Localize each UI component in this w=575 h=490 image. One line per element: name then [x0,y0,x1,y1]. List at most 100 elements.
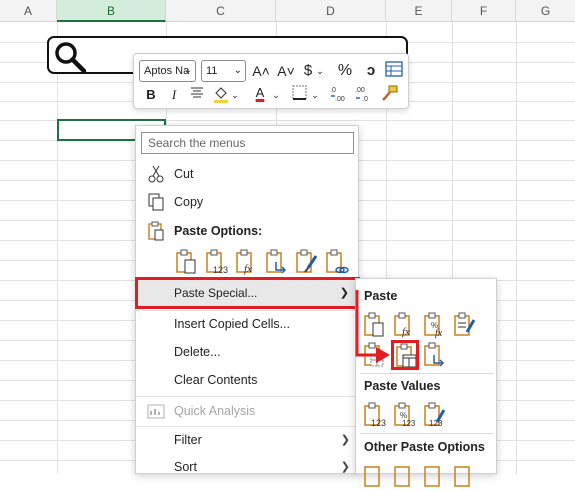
align-center-button[interactable] [188,85,206,105]
paste-formulas-icon[interactable]: fx [234,248,260,276]
paste-values-icon[interactable]: 123 [204,248,230,276]
menu-item-label: Filter [174,433,202,447]
borders-button[interactable] [290,85,308,105]
menu-item-label: Clear Contents [174,373,258,387]
paste-transpose-icon[interactable] [422,341,448,369]
menu-item-label: Paste Special... [174,286,258,300]
menu-item-filter[interactable]: Filter ❯ [136,426,358,454]
chevron-down-icon[interactable]: ⌄ [230,85,240,105]
menu-item-insert-copied-cells[interactable]: Insert Copied Cells... [136,310,358,338]
quick-analysis-icon [147,404,165,419]
menu-item-label: Cut [174,167,194,181]
svg-text:fx: fx [244,263,252,275]
column-header-a[interactable]: A [0,0,57,22]
column-header-c[interactable]: C [166,0,276,22]
chevron-down-icon: ⌄ [233,65,242,76]
paste-picture-icon[interactable] [422,462,448,490]
menu-item-delete[interactable]: Delete... [136,338,358,366]
menu-item-label: Delete... [174,345,221,359]
format-painter-icon [382,85,398,101]
font-name-value: Aptos Na [144,65,190,77]
format-cells-button[interactable] [384,61,404,81]
chevron-down-icon: ⌄ [183,65,192,76]
menu-item-label: Insert Copied Cells... [174,317,291,331]
paste-linked-picture-icon[interactable] [452,462,478,490]
increase-decimal-button[interactable]: .0 .00 [328,84,350,104]
svg-text:123: 123 [402,419,416,428]
format-table-icon [385,61,403,77]
menu-item-cut[interactable]: Cut [136,160,358,188]
context-menu: Search the menus Cut Copy Paste Options: [135,125,360,474]
paste-formatting-icon[interactable] [294,248,320,276]
svg-text:fx: fx [435,328,443,339]
format-painter-button[interactable] [379,84,401,104]
decrease-font-button[interactable]: A˅ [276,61,296,81]
chevron-down-icon[interactable]: ⌄ [310,85,320,105]
menu-item-label: Copy [174,195,204,209]
increase-font-button[interactable]: A˄ [251,61,271,81]
chevron-right-icon: ❯ [340,434,350,446]
red-arrow-icon [355,290,390,363]
paste-formulas-number-format-icon[interactable]: % fx [422,311,448,339]
font-size-select[interactable]: 11 ⌄ [201,60,246,82]
column-header-e[interactable]: E [386,0,452,22]
chevron-right-icon: ❯ [340,461,350,473]
chevron-down-icon[interactable]: ⌄ [315,61,325,81]
paste-transpose-icon[interactable] [264,248,290,276]
menu-item-quick-analysis: Quick Analysis [136,397,358,425]
menu-item-clear-contents[interactable]: Clear Contents [136,366,358,394]
svg-text:123: 123 [371,418,386,428]
clipboard-icon [148,221,164,241]
bold-button[interactable]: B [143,85,159,105]
svg-text:.0: .0 [330,87,336,94]
svg-text:.0: .0 [362,96,368,103]
submenu-header-paste-values: Paste Values [364,379,441,393]
decrease-decimal-icon: .00 .0 [355,87,368,103]
font-name-select[interactable]: Aptos Na ⌄ [139,60,196,82]
paint-bucket-icon [214,87,228,103]
menu-item-sort[interactable]: Sort ❯ [136,453,358,481]
paste-keep-source-formatting-icon[interactable] [452,311,478,339]
font-color-button[interactable]: A [252,83,268,103]
percent-button[interactable]: % [335,61,355,81]
fill-color-button[interactable] [212,85,230,105]
italic-button[interactable]: I [166,85,182,105]
mini-toolbar: Aptos Na ⌄ 11 ⌄ A˄ A˅ $ ⌄ % ɔ B I ⌄ A ⌄ [133,53,409,109]
paste-formatting-icon[interactable] [362,462,388,490]
chevron-down-icon[interactable]: ⌄ [271,85,281,105]
paste-options-header: Paste Options: [136,217,358,245]
menu-item-paste-special[interactable]: Paste Special... ❯ [135,277,360,309]
decrease-decimal-button[interactable]: .00 .0 [353,84,375,104]
menu-search-input[interactable]: Search the menus [141,132,354,154]
paste-values-source-formatting-icon[interactable]: 123 [422,401,448,429]
align-center-icon [191,87,203,98]
column-header-b[interactable]: B [57,0,166,22]
paste-values-icon[interactable]: 123 [362,401,388,429]
svg-text:.00: .00 [355,87,365,94]
svg-text:123: 123 [213,265,228,275]
paste-icon[interactable] [174,248,200,276]
search-icon [55,42,87,74]
paste-values-number-format-icon[interactable]: % 123 [392,401,418,429]
menu-item-label: Paste Options: [174,224,263,238]
column-header-g[interactable]: G [516,0,575,22]
menu-item-label: Quick Analysis [174,404,256,418]
menu-item-copy[interactable]: Copy [136,188,358,216]
column-header-d[interactable]: D [276,0,386,22]
font-size-value: 11 [206,65,218,77]
paste-link-icon[interactable] [392,462,418,490]
borders-icon [292,85,306,100]
scissors-icon [148,165,164,183]
column-header-bar: A B C D E F G [0,0,575,22]
copy-icon [148,193,164,211]
currency-button[interactable]: $ [301,61,315,81]
svg-text:.00: .00 [335,96,345,103]
menu-item-label: Sort [174,460,197,474]
svg-text:123: 123 [429,419,443,428]
column-header-f[interactable]: F [452,0,516,22]
comma-style-button[interactable]: ɔ [363,61,379,81]
submenu-header-other-paste-options: Other Paste Options [364,440,485,454]
increase-decimal-icon: .0 .00 [330,87,345,103]
paste-link-icon[interactable] [324,248,350,276]
svg-text:fx: fx [402,326,410,338]
